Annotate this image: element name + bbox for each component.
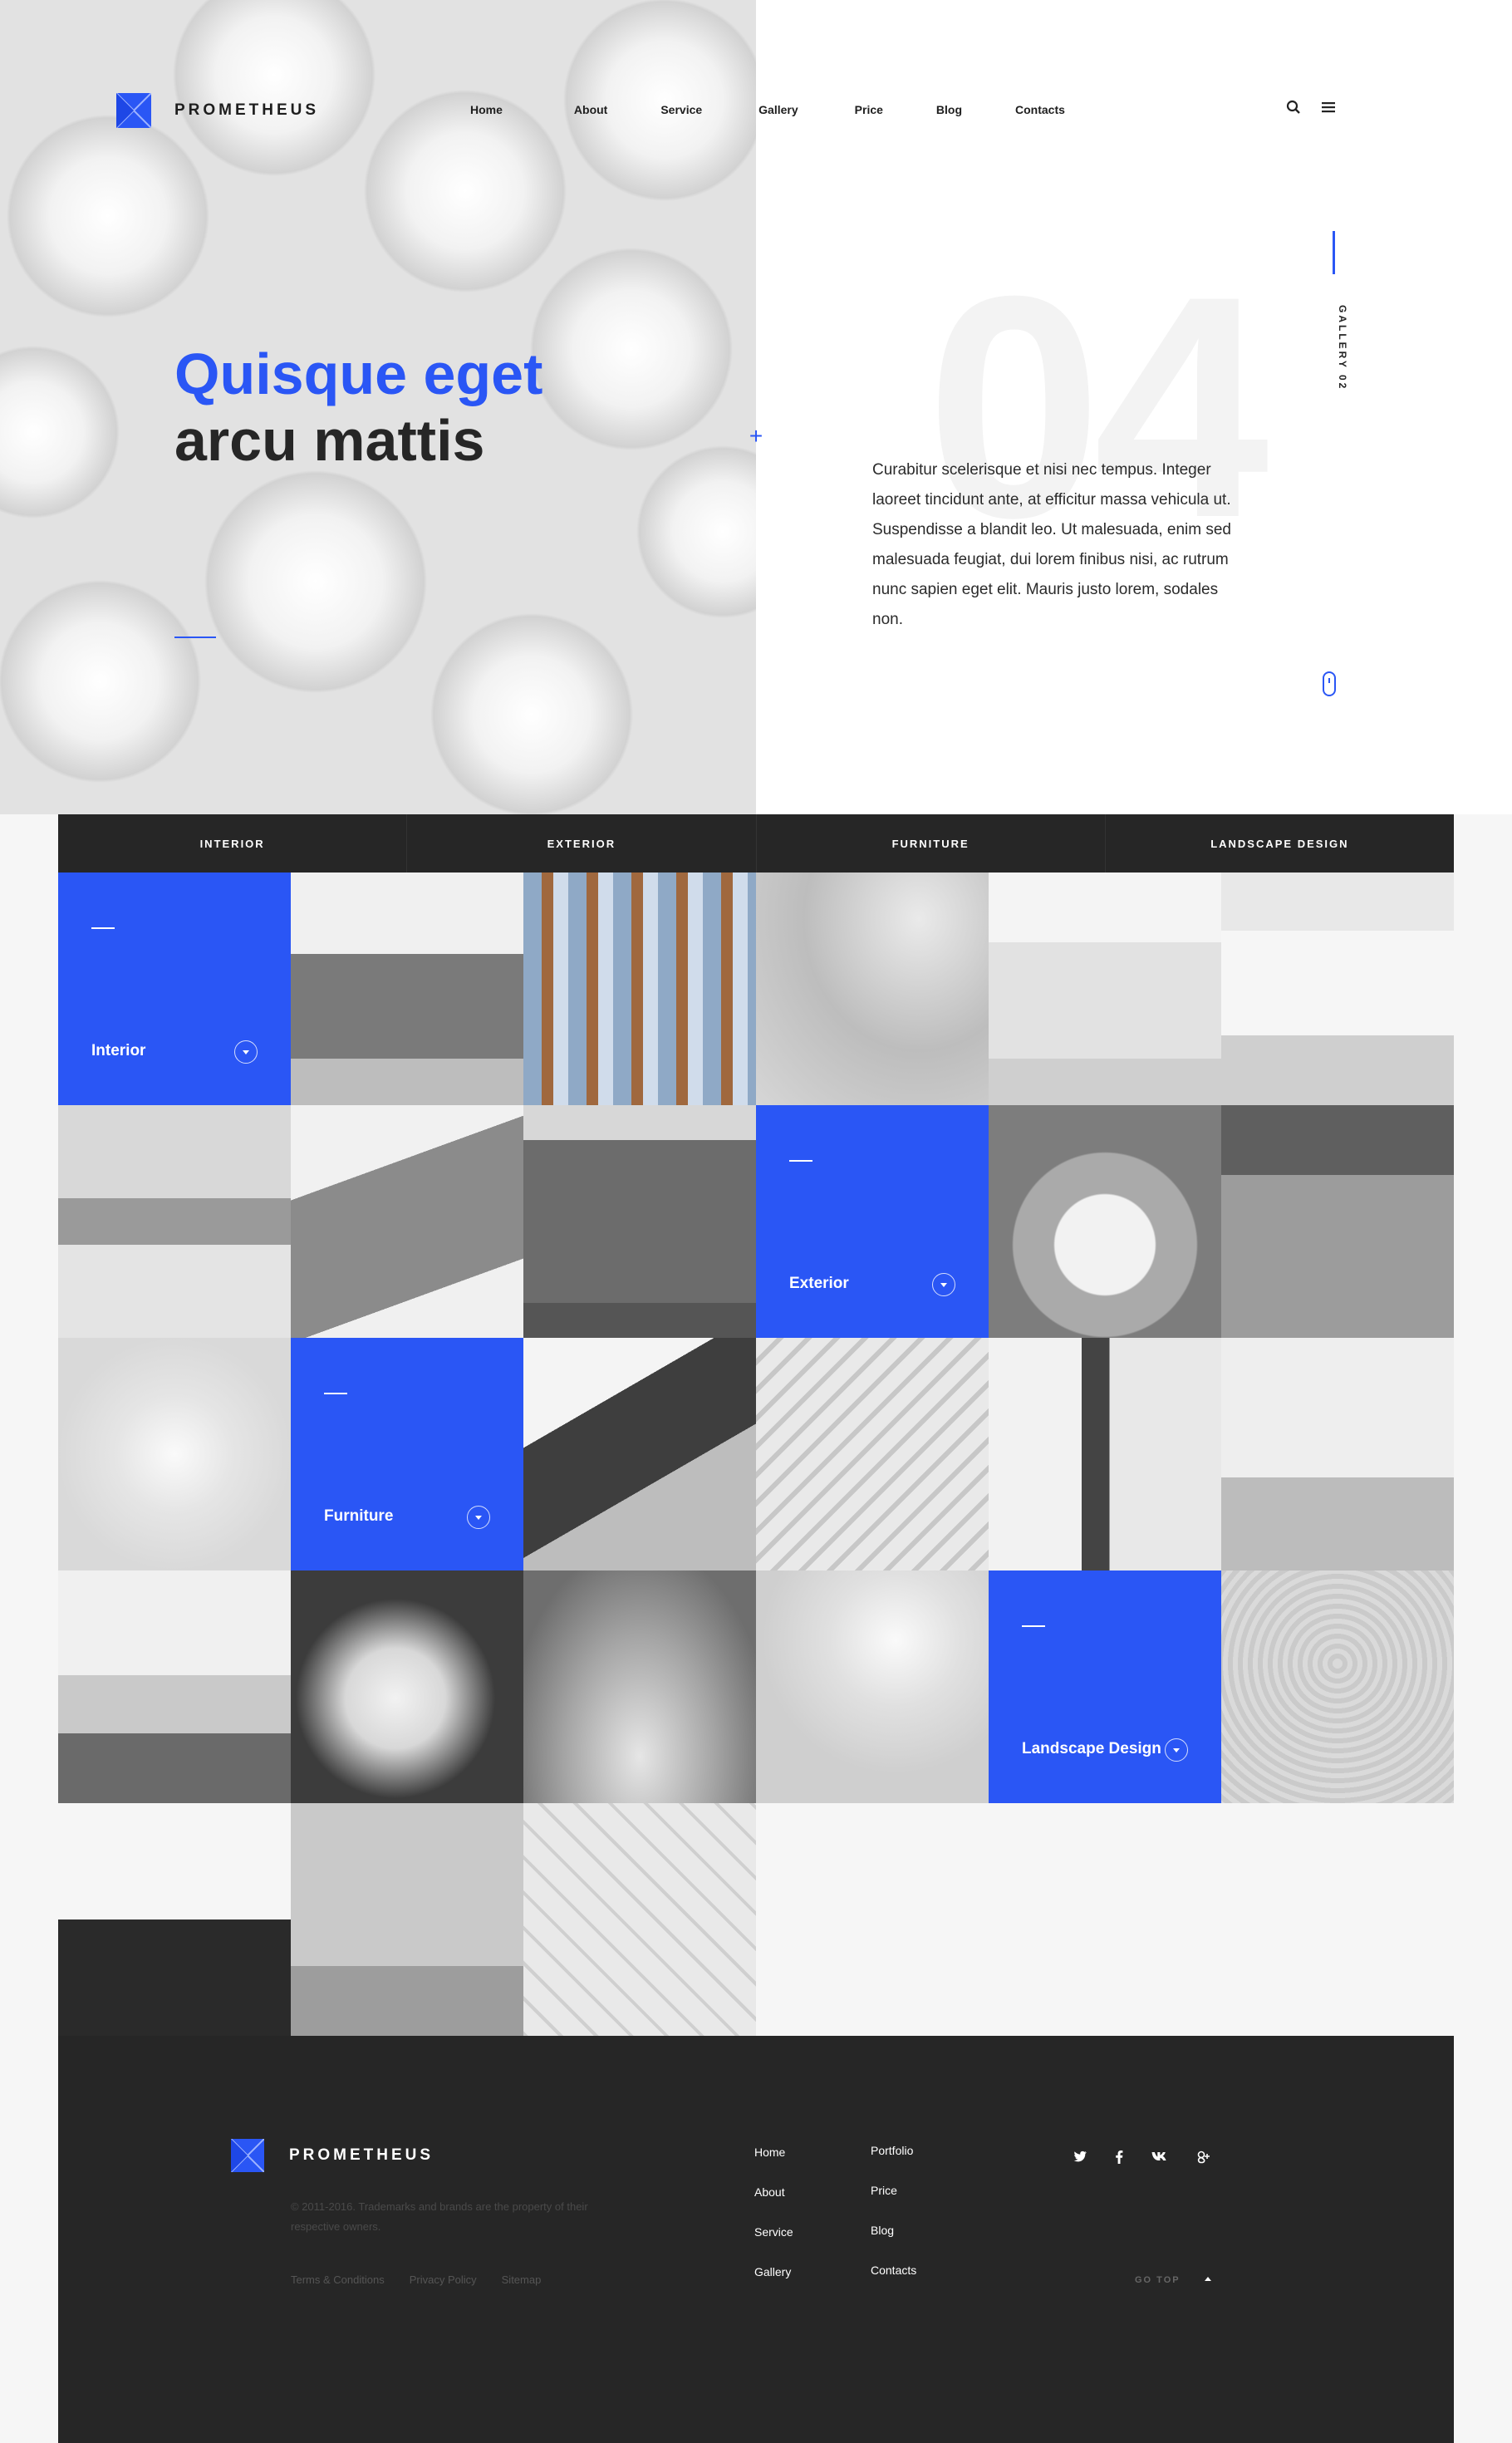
tab-interior[interactable]: INTERIOR [58, 814, 408, 872]
footer-copyright: © 2011-2016. Trademarks and brands are t… [291, 2200, 588, 2233]
gallery-photo[interactable] [58, 1570, 291, 1803]
hero-title-line2: arcu mattis [174, 408, 485, 473]
footer-nav-col2: Portfolio Price Blog Contacts [871, 2144, 916, 2303]
category-card-exterior[interactable]: Exterior [756, 1105, 989, 1338]
menu-icon[interactable] [1321, 100, 1336, 119]
logo-mark-icon [231, 2139, 264, 2172]
nav-service[interactable]: Service [660, 103, 702, 116]
footer-link-blog[interactable]: Blog [871, 2224, 916, 2264]
footer-logo[interactable]: PROMETHEUS [231, 2139, 434, 2172]
footer-link-service[interactable]: Service [754, 2225, 793, 2265]
nav-contacts[interactable]: Contacts [1015, 103, 1065, 116]
gallery-photo[interactable] [756, 1338, 989, 1570]
gallery-photo[interactable] [1221, 1570, 1454, 1803]
chevron-down-icon[interactable] [467, 1506, 490, 1529]
footer-link-contacts[interactable]: Contacts [871, 2264, 916, 2303]
sitemap-link[interactable]: Sitemap [502, 2273, 542, 2286]
gallery-photo[interactable] [291, 1105, 523, 1338]
hero-description: Curabitur scelerisque et nisi nec tempus… [872, 461, 1231, 628]
gallery-photo[interactable] [291, 1803, 523, 2036]
gallery-photo[interactable] [756, 1570, 989, 1803]
category-card-interior[interactable]: Interior [58, 872, 291, 1105]
nav-gallery[interactable]: Gallery [758, 103, 798, 116]
gallery-photo[interactable] [58, 1105, 291, 1338]
gallery-photo[interactable] [523, 1570, 756, 1803]
nav-price[interactable]: Price [855, 103, 883, 116]
facebook-icon[interactable] [1115, 2151, 1123, 2168]
footer: PROMETHEUS © 2011-2016. Trademarks and b… [58, 2036, 1454, 2443]
search-icon[interactable] [1286, 100, 1301, 119]
footer-link-gallery[interactable]: Gallery [754, 2265, 793, 2305]
nav-blog[interactable]: Blog [936, 103, 962, 116]
privacy-link[interactable]: Privacy Policy [410, 2273, 477, 2286]
tab-exterior[interactable]: EXTERIOR [407, 814, 757, 872]
footer-brand-name: PROMETHEUS [289, 2146, 434, 2164]
gallery-photo[interactable] [989, 872, 1221, 1105]
gallery-photo[interactable] [1221, 872, 1454, 1105]
footer-link-price[interactable]: Price [871, 2184, 916, 2224]
go-top-link[interactable]: GO TOP [1135, 2275, 1181, 2285]
tab-landscape-design[interactable]: LANDSCAPE DESIGN [1106, 814, 1454, 872]
side-accent-line [1333, 231, 1335, 274]
category-label: Landscape Design [1022, 1740, 1161, 1757]
footer-social [1073, 2151, 1211, 2168]
card-dash [789, 1160, 812, 1162]
side-label: GALLERY 02 [1337, 305, 1348, 391]
chevron-down-icon[interactable] [932, 1273, 955, 1296]
logo[interactable]: PROMETHEUS [116, 93, 319, 128]
footer-link-about[interactable]: About [754, 2185, 793, 2225]
gallery-photo[interactable] [523, 1105, 756, 1338]
twitter-icon[interactable] [1073, 2151, 1087, 2168]
footer-link-portfolio[interactable]: Portfolio [871, 2144, 916, 2184]
gallery-photo[interactable] [291, 1570, 523, 1803]
chevron-down-icon[interactable] [1165, 1738, 1188, 1762]
card-dash [91, 927, 115, 929]
footer-link-home[interactable]: Home [754, 2146, 793, 2185]
plus-icon[interactable]: + [748, 424, 764, 449]
gallery-photo[interactable] [523, 1338, 756, 1570]
gallery-photo[interactable] [989, 1338, 1221, 1570]
arrow-up-icon[interactable] [1205, 2277, 1211, 2281]
header-icons [1286, 100, 1336, 119]
nav-home[interactable]: Home [470, 103, 503, 116]
gallery-photo[interactable] [1221, 1105, 1454, 1338]
nav-about[interactable]: About [574, 103, 607, 116]
gallery-photo[interactable] [58, 1803, 291, 2036]
terms-link[interactable]: Terms & Conditions [291, 2273, 385, 2286]
logo-mark-icon [116, 93, 151, 128]
vk-icon[interactable] [1151, 2151, 1168, 2168]
hero-divider [174, 637, 216, 638]
gallery-photo[interactable] [58, 1338, 291, 1570]
gallery-photo[interactable] [989, 1105, 1221, 1338]
hero-title-line1: Quisque eget [174, 342, 543, 406]
brand-name: PROMETHEUS [174, 101, 320, 119]
tab-furniture[interactable]: FURNITURE [757, 814, 1106, 872]
footer-legal-links: Terms & Conditions Privacy Policy Sitema… [291, 2273, 541, 2286]
google-plus-icon[interactable] [1196, 2151, 1211, 2168]
main-nav: Home About Service Gallery Price Blog Co… [470, 103, 1065, 116]
category-label: Interior [91, 1042, 146, 1059]
chevron-down-icon[interactable] [234, 1040, 258, 1064]
hero-title: Quisque eget arcu mattis [174, 341, 542, 474]
category-card-furniture[interactable]: Furniture [291, 1338, 523, 1570]
card-dash [1022, 1625, 1045, 1627]
scroll-mouse-icon[interactable] [1323, 671, 1336, 696]
gallery-photo[interactable] [523, 872, 756, 1105]
category-tabs: INTERIOR EXTERIOR FURNITURE LANDSCAPE DE… [58, 814, 1454, 872]
gallery-photo[interactable] [1221, 1338, 1454, 1570]
category-card-landscape-design[interactable]: Landscape Design [989, 1570, 1221, 1803]
gallery-photo[interactable] [291, 872, 523, 1105]
category-label: Furniture [324, 1507, 394, 1525]
card-dash [324, 1393, 347, 1394]
gallery-photo[interactable] [523, 1803, 756, 2036]
category-label: Exterior [789, 1275, 849, 1292]
footer-nav-col1: Home About Service Gallery [754, 2146, 793, 2305]
gallery-photo[interactable] [756, 872, 989, 1105]
